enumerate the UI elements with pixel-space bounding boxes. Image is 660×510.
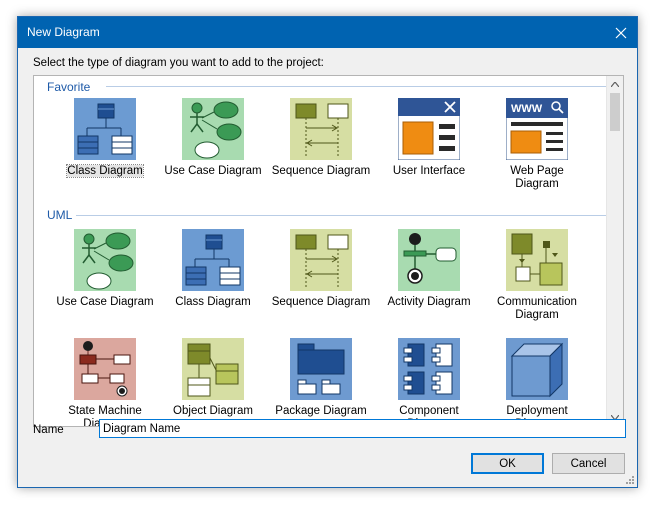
uml-item-deployment-diagram[interactable]: Deployment Diagram	[487, 338, 587, 426]
new-diagram-dialog: New Diagram Select the type of diagram y…	[17, 16, 638, 488]
component-diagram-icon	[398, 338, 460, 400]
item-label: Communication Diagram	[497, 296, 577, 321]
cancel-button[interactable]: Cancel	[552, 453, 625, 474]
item-label: Class Diagram	[175, 296, 251, 308]
uml-item-state-machine-diagram[interactable]: State Machine Diagram	[55, 338, 155, 426]
svg-text:WWW: WWW	[511, 103, 543, 115]
communication-diagram-icon	[506, 229, 568, 291]
sequence-diagram-icon	[290, 229, 352, 291]
vertical-scrollbar[interactable]	[606, 76, 623, 426]
item-label: Package Diagram	[275, 405, 367, 417]
scroll-up-button[interactable]	[607, 76, 623, 93]
sequence-diagram-icon	[290, 98, 352, 160]
ok-button[interactable]: OK	[471, 453, 544, 474]
dialog-title: New Diagram	[27, 25, 100, 39]
item-label: Use Case Diagram	[56, 296, 154, 308]
item-label: Sequence Diagram	[271, 165, 371, 177]
uml-item-use-case-diagram[interactable]: Use Case Diagram	[55, 229, 155, 309]
fav-item-sequence-diagram[interactable]: Sequence Diagram	[271, 98, 371, 178]
group-header-favorite: Favorite	[47, 80, 91, 94]
use-case-diagram-icon	[74, 229, 136, 291]
uml-item-package-diagram[interactable]: Package Diagram	[271, 338, 371, 418]
uml-item-class-diagram[interactable]: Class Diagram	[163, 229, 263, 309]
prompt-text: Select the type of diagram you want to a…	[33, 57, 324, 69]
state-machine-diagram-icon	[74, 338, 136, 400]
name-label: Name	[33, 424, 64, 436]
deployment-diagram-icon	[506, 338, 568, 400]
uml-item-sequence-diagram[interactable]: Sequence Diagram	[271, 229, 371, 309]
fav-item-web-page-diagram[interactable]: WWW Web Page Diagram	[487, 97, 587, 191]
item-label: User Interface	[392, 165, 466, 177]
object-diagram-icon	[182, 338, 244, 400]
resize-grip-icon[interactable]	[625, 475, 635, 485]
activity-diagram-icon	[398, 229, 460, 291]
uml-item-activity-diagram[interactable]: Activity Diagram	[379, 229, 479, 309]
fav-item-user-interface[interactable]: User Interface	[379, 97, 479, 178]
diagram-name-input[interactable]	[99, 419, 626, 438]
uml-item-component-diagram[interactable]: Component Diagram	[379, 338, 479, 426]
close-button[interactable]	[605, 17, 637, 48]
item-label: Class Diagram	[66, 164, 144, 178]
use-case-diagram-icon	[182, 98, 244, 160]
item-label: Object Diagram	[173, 405, 253, 417]
uml-item-communication-diagram[interactable]: Communication Diagram	[487, 229, 587, 322]
class-diagram-icon	[182, 229, 244, 291]
item-label: Activity Diagram	[387, 296, 471, 308]
class-diagram-icon	[74, 98, 136, 160]
group-divider	[106, 86, 609, 87]
chevron-up-icon	[611, 82, 619, 87]
fav-item-use-case-diagram[interactable]: Use Case Diagram	[163, 98, 263, 178]
uml-item-object-diagram[interactable]: Object Diagram	[163, 338, 263, 418]
group-header-uml: UML	[47, 208, 73, 222]
fav-item-class-diagram[interactable]: Class Diagram	[55, 98, 155, 178]
item-label: Use Case Diagram	[164, 165, 262, 177]
package-diagram-icon	[290, 338, 352, 400]
group-divider	[76, 215, 609, 216]
scroll-thumb[interactable]	[610, 93, 620, 131]
title-bar[interactable]: New Diagram	[18, 17, 637, 48]
close-icon	[615, 27, 627, 38]
user-interface-icon	[397, 97, 461, 161]
web-page-diagram-icon: WWW	[505, 97, 569, 161]
item-label: Web Page Diagram	[510, 165, 564, 190]
diagram-type-list[interactable]: Favorite Class Diagram Use Case Diagram …	[33, 75, 624, 427]
item-label: Sequence Diagram	[271, 296, 371, 308]
